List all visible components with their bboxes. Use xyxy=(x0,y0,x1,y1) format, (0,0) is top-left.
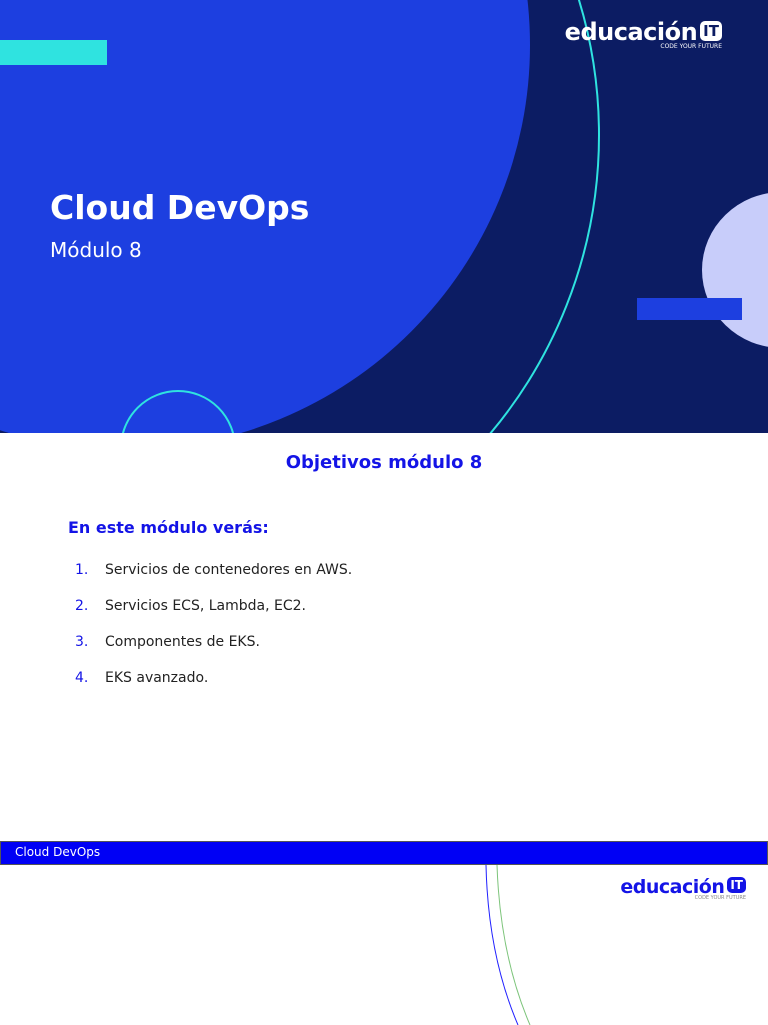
decor-lavender-circle xyxy=(702,192,768,348)
decor-lines xyxy=(485,865,531,1025)
cover-subtitle: Módulo 8 xyxy=(50,238,142,262)
list-item: 1. Servicios de contenedores en AWS. xyxy=(75,562,352,598)
item-number: 2. xyxy=(75,598,89,614)
item-number: 3. xyxy=(75,634,89,650)
item-text: EKS avanzado. xyxy=(105,670,209,686)
item-text: Componentes de EKS. xyxy=(105,634,260,650)
logo-word: educación xyxy=(564,18,698,46)
item-text: Servicios de contenedores en AWS. xyxy=(105,562,353,578)
list-item: 4. EKS avanzado. xyxy=(75,670,352,706)
item-number: 4. xyxy=(75,670,89,686)
list-item: 2. Servicios ECS, Lambda, EC2. xyxy=(75,598,352,634)
logo-badge: IT xyxy=(727,877,746,893)
decor-bar xyxy=(0,40,107,65)
logo: educación IT CODE YOUR FUTURE xyxy=(565,18,722,50)
objectives-heading: Objetivos módulo 8 xyxy=(285,452,483,473)
objectives-list: 1. Servicios de contenedores en AWS. 2. Se… xyxy=(75,562,352,706)
item-text: Servicios ECS, Lambda, EC2. xyxy=(105,598,306,614)
objectives-intro: En este módulo verás: xyxy=(68,518,269,537)
list-item: 3. Componentes de EKS. xyxy=(75,634,352,670)
decor-blue-bar xyxy=(637,298,742,320)
footer-bar: Cloud DevOps xyxy=(0,841,768,865)
footer-logo: educación IT CODE YOUR FUTURE xyxy=(620,876,746,901)
cover-slide: Cloud DevOps Módulo 8 educación IT CODE Y… xyxy=(0,0,768,433)
logo-badge: IT xyxy=(700,21,722,41)
item-number: 1. xyxy=(75,562,89,578)
cover-title: Cloud DevOps xyxy=(50,188,310,227)
